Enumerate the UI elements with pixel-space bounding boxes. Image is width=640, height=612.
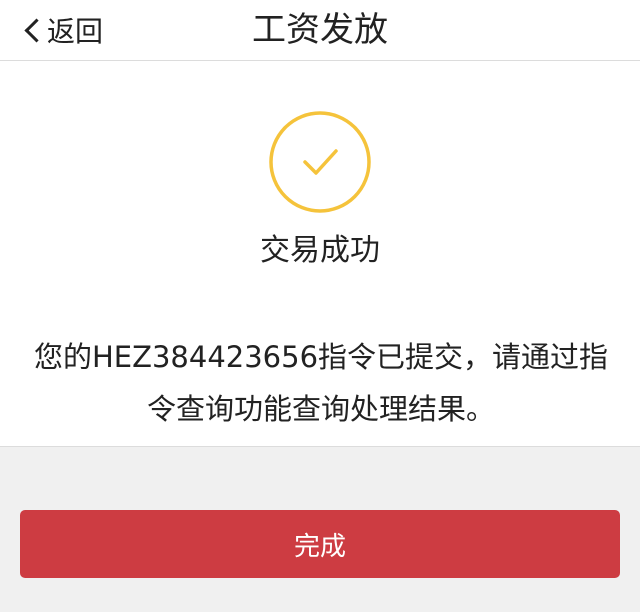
page-title: 工资发放: [252, 10, 388, 50]
result-message: 您的HEZ384423656指令已提交，请通过指令查询功能查询处理结果。: [33, 340, 609, 426]
done-button[interactable]: 完成: [20, 510, 620, 578]
check-circle-icon: [269, 111, 371, 213]
status-text: 交易成功: [260, 233, 380, 268]
result-panel: 交易成功 您的HEZ384423656指令已提交，请通过指令查询功能查询处理结果…: [0, 61, 640, 447]
nav-bar: 返回 工资发放: [0, 0, 640, 61]
